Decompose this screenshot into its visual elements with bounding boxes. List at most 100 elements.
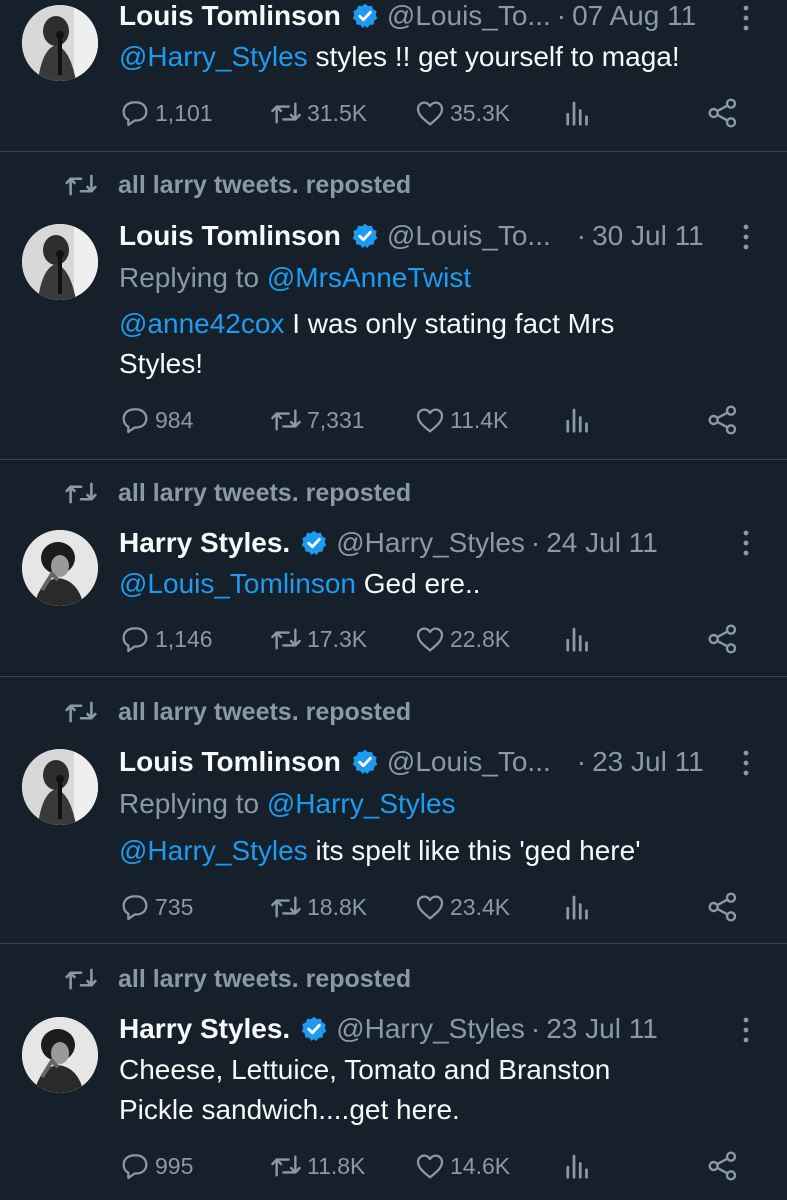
share-button[interactable] xyxy=(707,887,743,927)
verified-badge-icon xyxy=(301,1016,327,1042)
share-button[interactable] xyxy=(707,93,743,133)
tweet-header: Louis Tomlinson @Louis_To... · 30 Jul 11 xyxy=(119,218,704,254)
repost-button[interactable]: 18.8K xyxy=(269,887,367,927)
tweet-text: @Harry_Styles its spelt like this 'ged h… xyxy=(119,831,739,871)
tweet-date[interactable]: 07 Aug 11 xyxy=(572,0,696,32)
views-button[interactable] xyxy=(564,887,598,927)
tweet-actions: 1,146 17.3K 22.8K xyxy=(119,619,749,659)
tweet-date[interactable]: 23 Jul 11 xyxy=(546,1013,658,1045)
more-options-icon[interactable] xyxy=(738,222,754,252)
verified-badge-icon xyxy=(301,530,327,556)
tweet-text: Cheese, Lettuice, Tomato and Branston Pi… xyxy=(119,1050,739,1130)
repost-indicator-icon xyxy=(65,482,97,504)
tweet[interactable]: Louis Tomlinson @Louis_To... · 07 Aug 11… xyxy=(0,0,787,152)
like-button[interactable]: 22.8K xyxy=(414,619,510,659)
reply-button[interactable]: 1,146 xyxy=(119,619,213,659)
tweet[interactable]: all larry tweets. reposted Louis Tomlins… xyxy=(0,677,787,944)
views-button[interactable] xyxy=(564,619,598,659)
repost-button[interactable]: 7,331 xyxy=(269,400,365,440)
author-name[interactable]: Louis Tomlinson xyxy=(119,746,341,778)
author-name[interactable]: Louis Tomlinson xyxy=(119,0,341,32)
reply-button[interactable]: 995 xyxy=(119,1146,193,1186)
tweet-text-content: I was only stating fact Mrs xyxy=(284,308,615,339)
like-button[interactable]: 11.4K xyxy=(414,400,508,440)
reply-context: Replying to @Harry_Styles xyxy=(119,788,456,820)
views-button[interactable] xyxy=(564,1146,598,1186)
more-options-icon[interactable] xyxy=(738,1015,754,1045)
tweet-text: @anne42cox I was only stating fact Mrs S… xyxy=(119,304,739,384)
avatar[interactable] xyxy=(22,749,98,825)
repost-label: all larry tweets. reposted xyxy=(118,964,412,993)
avatar-photo-icon xyxy=(22,530,98,606)
author-name[interactable]: Harry Styles. xyxy=(119,527,290,559)
verified-badge-icon xyxy=(352,223,378,249)
more-options-icon[interactable] xyxy=(738,528,754,558)
repost-button[interactable]: 31.5K xyxy=(269,93,367,133)
repost-icon xyxy=(271,409,301,431)
repost-context[interactable]: all larry tweets. reposted xyxy=(64,478,411,508)
more-options-icon[interactable] xyxy=(738,748,754,778)
repost-button[interactable]: 17.3K xyxy=(269,619,367,659)
tweet-text-content: styles !! get yourself to maga! xyxy=(307,41,680,72)
tweet-text: @Louis_Tomlinson Ged ere.. xyxy=(119,564,739,604)
mention-link[interactable]: @Harry_Styles xyxy=(119,835,308,866)
replying-to-label: Replying to xyxy=(119,788,267,819)
views-button[interactable] xyxy=(564,400,598,440)
repost-context[interactable]: all larry tweets. reposted xyxy=(64,964,411,994)
tweet-date[interactable]: 24 Jul 11 xyxy=(546,527,658,559)
reply-button[interactable]: 1,101 xyxy=(119,93,213,133)
avatar[interactable] xyxy=(22,224,98,300)
tweet[interactable]: all larry tweets. reposted Harry Styles.… xyxy=(0,944,787,1200)
avatar[interactable] xyxy=(22,530,98,606)
repost-button[interactable]: 11.8K xyxy=(269,1146,365,1186)
tweet-text-line2: Pickle sandwich....get here. xyxy=(119,1094,460,1125)
avatar[interactable] xyxy=(22,1017,98,1093)
repost-label: all larry tweets. reposted xyxy=(118,697,412,726)
mention-link[interactable]: @anne42cox xyxy=(119,308,284,339)
heart-icon xyxy=(416,408,444,433)
repost-count: 11.8K xyxy=(307,1152,366,1179)
like-button[interactable]: 23.4K xyxy=(414,887,510,927)
author-name[interactable]: Harry Styles. xyxy=(119,1013,290,1045)
tweet-date[interactable]: 23 Jul 11 xyxy=(592,746,704,778)
like-button[interactable]: 14.6K xyxy=(414,1146,510,1186)
heart-icon xyxy=(416,895,444,920)
share-button[interactable] xyxy=(707,1146,743,1186)
like-button[interactable]: 35.3K xyxy=(414,93,510,133)
heart-icon xyxy=(416,1154,444,1179)
avatar[interactable] xyxy=(22,5,98,81)
reply-button[interactable]: 735 xyxy=(119,887,193,927)
share-button[interactable] xyxy=(707,619,743,659)
tweet[interactable]: all larry tweets. reposted Harry Styles.… xyxy=(0,460,787,677)
share-icon xyxy=(708,405,737,435)
author-name[interactable]: Louis Tomlinson xyxy=(119,220,341,252)
author-handle[interactable]: @Louis_To... xyxy=(387,0,551,32)
tweet-header: Harry Styles. @Harry_Styles · 24 Jul 11 xyxy=(119,525,658,561)
tweet-date[interactable]: 30 Jul 11 xyxy=(592,220,704,252)
reply-to-link[interactable]: @Harry_Styles xyxy=(267,788,456,819)
repost-context[interactable]: all larry tweets. reposted xyxy=(64,697,411,727)
mention-link[interactable]: @Harry_Styles xyxy=(119,41,308,72)
share-icon xyxy=(708,892,737,922)
like-count: 14.6K xyxy=(450,1152,511,1179)
share-button[interactable] xyxy=(707,400,743,440)
repost-count: 18.8K xyxy=(307,893,368,920)
repost-count: 7,331 xyxy=(307,406,365,433)
views-button[interactable] xyxy=(564,93,598,133)
author-handle[interactable]: @Louis_To... xyxy=(387,746,551,778)
author-handle[interactable]: @Harry_Styles xyxy=(336,527,525,559)
author-handle[interactable]: @Louis_To... xyxy=(387,220,551,252)
reply-to-link[interactable]: @MrsAnneTwist xyxy=(267,262,471,293)
more-options-icon[interactable] xyxy=(738,3,754,33)
author-handle[interactable]: @Harry_Styles xyxy=(336,1013,525,1045)
tweet-text-content: its spelt like this 'ged here' xyxy=(307,835,641,866)
tweet-header: Louis Tomlinson @Louis_To... · 23 Jul 11 xyxy=(119,744,704,780)
repost-context[interactable]: all larry tweets. reposted xyxy=(64,170,411,200)
separator-dot: · xyxy=(530,527,541,558)
analytics-icon xyxy=(566,895,588,920)
repost-icon xyxy=(271,628,301,650)
avatar-photo-icon xyxy=(22,1017,98,1093)
mention-link[interactable]: @Louis_Tomlinson xyxy=(119,568,356,599)
tweet[interactable]: all larry tweets. reposted Louis Tomlins… xyxy=(0,152,787,460)
reply-button[interactable]: 984 xyxy=(119,400,193,440)
